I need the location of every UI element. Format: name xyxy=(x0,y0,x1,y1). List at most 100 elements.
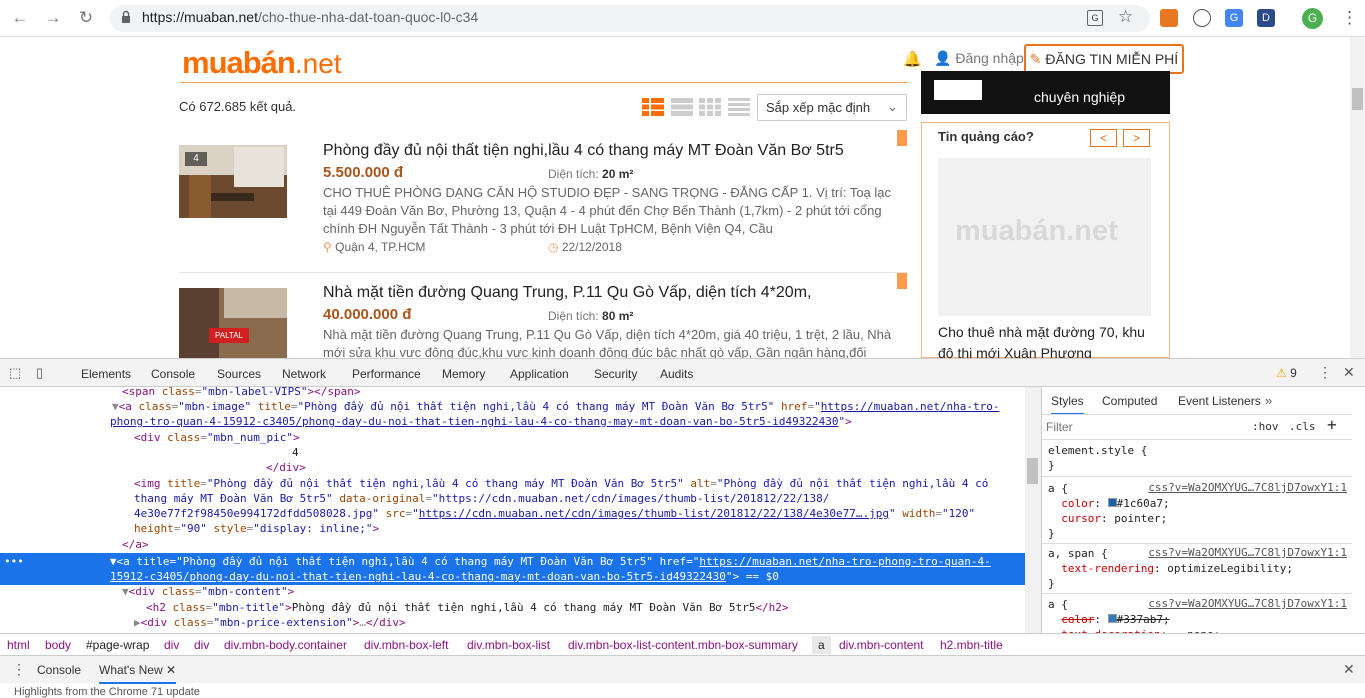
crumb[interactable]: html xyxy=(7,638,30,652)
tab-styles[interactable]: Styles xyxy=(1051,394,1084,415)
crumb[interactable]: div.mbn-box-list-content.mbn-box-summary xyxy=(568,638,798,652)
tab-event-listeners[interactable]: Event Listeners xyxy=(1178,394,1261,408)
lock-icon xyxy=(120,10,132,24)
tab-audits[interactable]: Audits xyxy=(660,367,693,381)
tab-computed[interactable]: Computed xyxy=(1102,394,1157,408)
devtools-drawer: ⋮ Console What's New ✕ ✕ xyxy=(0,655,1365,684)
divider xyxy=(180,82,908,83)
site-logo[interactable]: muabán.net xyxy=(182,45,342,81)
tab-elements[interactable]: Elements xyxy=(81,367,132,389)
close-icon[interactable]: ✕ xyxy=(1343,364,1355,381)
listing-title[interactable]: Nhà mặt tiền đường Quang Trung, P.11 Qu … xyxy=(323,284,811,302)
extension-icon[interactable] xyxy=(1160,9,1178,27)
ad-next-button[interactable]: > xyxy=(1123,129,1150,147)
view-grid-icon[interactable] xyxy=(699,98,721,116)
crumb[interactable]: div.mbn-content xyxy=(839,638,924,652)
elements-scrollbar-thumb[interactable] xyxy=(1027,458,1038,484)
listing-location: ⚲ Quận 4, TP.HCM xyxy=(323,240,426,254)
crumb[interactable]: h2.mbn-title xyxy=(940,638,1003,652)
clock-icon: ◷ xyxy=(548,240,559,254)
result-count: Có 672.685 kết quả. xyxy=(179,99,297,114)
bell-icon[interactable]: 🔔 xyxy=(903,50,922,68)
translate-icon[interactable]: G xyxy=(1087,10,1103,26)
warning-counter[interactable]: ⚠ 9 xyxy=(1276,366,1297,380)
listing-price: 5.500.000 đ xyxy=(323,164,404,181)
extension-d-icon[interactable]: D xyxy=(1257,9,1275,27)
listing-area: Diện tích: 80 m² xyxy=(548,309,634,323)
crumb-selected[interactable]: a xyxy=(812,636,831,654)
crumb[interactable]: body xyxy=(45,638,71,652)
crumb[interactable]: #page-wrap xyxy=(86,638,149,652)
listing-title[interactable]: Phòng đầy đủ nội thất tiện nghi,lầu 4 có… xyxy=(323,142,844,160)
ad-logo: muabán.net xyxy=(955,215,1118,247)
ad-title: Tin quảng cáo? xyxy=(938,129,1034,144)
device-toggle-icon[interactable]: ▯ xyxy=(36,365,43,381)
hov-toggle[interactable]: :hov xyxy=(1252,420,1279,433)
photo-count-badge: 4 xyxy=(185,152,207,166)
listing-item[interactable]: 4 Phòng đầy đủ nội thất tiện nghi,lầu 4 … xyxy=(179,130,908,270)
crumb[interactable]: div xyxy=(194,638,209,652)
tab-application[interactable]: Application xyxy=(510,367,569,381)
view-list-icon[interactable] xyxy=(671,98,693,116)
ad-text[interactable]: Cho thuê nhà mặt đường 70, khu đô thị mớ… xyxy=(938,322,1158,358)
reload-icon[interactable]: ↻ xyxy=(76,8,96,28)
warning-icon: ⚠ xyxy=(1276,366,1287,380)
tab-sources[interactable]: Sources xyxy=(217,367,261,381)
chevron-down-icon: ⌄ xyxy=(887,99,898,114)
bookmark-icon[interactable] xyxy=(897,130,907,146)
dom-breadcrumbs: html body #page-wrap div div div.mbn-bod… xyxy=(0,633,1365,655)
drawer-menu-icon[interactable]: ⋮ xyxy=(12,661,26,678)
bookmark-icon[interactable] xyxy=(897,273,907,289)
pencil-icon: ✎ xyxy=(1029,51,1042,67)
listing-date: ◷ 22/12/2018 xyxy=(548,240,622,254)
cls-toggle[interactable]: .cls xyxy=(1289,420,1316,433)
tab-memory[interactable]: Memory xyxy=(442,367,485,381)
profile-avatar[interactable]: G xyxy=(1302,8,1323,29)
drawer-tab-console[interactable]: Console xyxy=(37,663,81,677)
inspect-icon[interactable]: ⬚ xyxy=(9,365,21,381)
crumb[interactable]: div xyxy=(164,638,179,652)
back-icon[interactable]: ← xyxy=(10,8,30,28)
menu-icon[interactable]: ⋮ xyxy=(1341,8,1358,28)
web-page: muabán.net 🔔 👤 Đăng nhập ✎ ĐĂNG TIN MIỄN… xyxy=(0,37,1350,358)
add-rule-icon[interactable]: + xyxy=(1327,415,1337,434)
extension-circle-icon[interactable] xyxy=(1193,9,1211,27)
sort-select[interactable]: Sắp xếp mặc định ⌄ xyxy=(757,94,907,121)
listing-thumbnail[interactable]: PALTAL xyxy=(179,288,287,358)
elements-scrollbar[interactable] xyxy=(1025,387,1041,633)
login-link[interactable]: 👤 Đăng nhập xyxy=(934,50,1024,67)
page-scrollbar[interactable] xyxy=(1350,37,1365,358)
ad-prev-button[interactable]: < xyxy=(1090,129,1117,147)
listing-description: Nhà mặt tiền đường Quang Trung, P.11 Qu … xyxy=(323,327,892,358)
tab-network[interactable]: Network xyxy=(282,367,326,381)
crumb[interactable]: div.mbn-body.container xyxy=(224,638,347,652)
more-tabs-icon[interactable]: » xyxy=(1265,393,1272,408)
url-text[interactable]: https://muaban.net/cho-thue-nha-dat-toan… xyxy=(142,9,478,25)
view-compact-icon[interactable] xyxy=(728,98,750,116)
crumb[interactable]: div.mbn-box-list xyxy=(467,638,550,652)
page-scrollbar-thumb[interactable] xyxy=(1352,88,1363,110)
tab-security[interactable]: Security xyxy=(594,367,637,381)
whats-new-text: Highlights from the Chrome 71 update xyxy=(14,686,200,698)
styles-pane: Styles Computed Event Listeners » :hov .… xyxy=(1041,387,1365,633)
banner-text: chuyên nghiệp xyxy=(1034,89,1126,105)
forward-icon[interactable]: → xyxy=(43,8,63,28)
drawer-tab-whats-new[interactable]: What's New ✕ xyxy=(99,663,177,684)
tab-performance[interactable]: Performance xyxy=(352,367,421,381)
selected-node[interactable]: ••• ▼<a title="Phòng đầy đủ nội thất tiện… xyxy=(0,553,1025,585)
google-translate-icon[interactable]: G xyxy=(1225,9,1243,27)
tab-console[interactable]: Console xyxy=(151,367,195,381)
listing-price: 40.000.000 đ xyxy=(323,306,412,323)
star-icon[interactable]: ☆ xyxy=(1118,7,1133,27)
view-list-large-icon[interactable] xyxy=(642,98,664,116)
banner-logo xyxy=(934,80,982,100)
close-drawer-icon[interactable]: ✕ xyxy=(1343,661,1355,678)
location-pin-icon: ⚲ xyxy=(323,240,332,254)
post-free-button[interactable]: ✎ ĐĂNG TIN MIỄN PHÍ xyxy=(1024,44,1184,74)
listing-item[interactable]: PALTAL Nhà mặt tiền đường Quang Trung, P… xyxy=(179,273,908,358)
styles-filter-input[interactable] xyxy=(1046,418,1241,436)
close-icon[interactable]: ✕ xyxy=(166,663,176,677)
devtools-menu-icon[interactable]: ⋮ xyxy=(1318,364,1332,381)
crumb[interactable]: div.mbn-box-left xyxy=(364,638,448,652)
elements-tree[interactable]: <span class="mbn-label-VIPS"></span> ▼<a… xyxy=(0,387,1025,633)
